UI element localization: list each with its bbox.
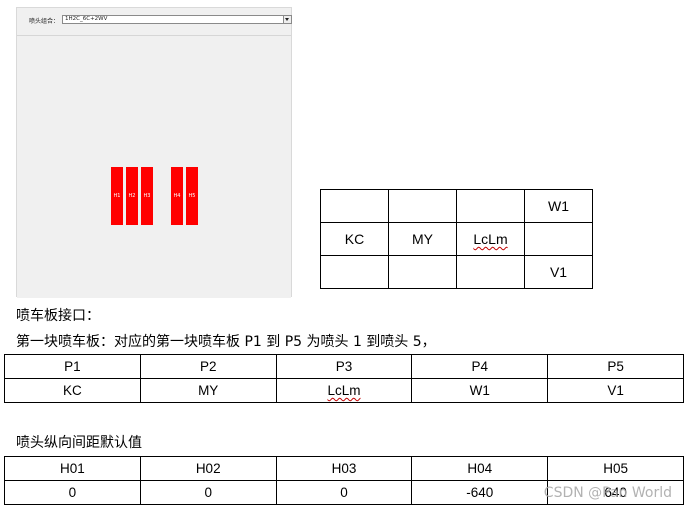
table-cell: 0: [4, 480, 141, 505]
table-cell: 0: [139, 480, 277, 505]
grid-cell: [524, 222, 593, 256]
table-header-cell: H02: [139, 456, 277, 481]
grid-cell: [388, 255, 457, 289]
ports-table: P1 P2 P3 P4 P5 KC MY LcLm W1 V1: [4, 354, 684, 403]
table-header-cell: H04: [411, 456, 549, 481]
grid-row: W1: [320, 189, 593, 223]
interface-heading: 喷车板接口：: [16, 308, 100, 324]
table-cell: KC: [4, 378, 141, 403]
nozzle-canvas: H1 H2 H3 H4 H5: [17, 35, 291, 298]
table-cell-text: LcLm: [327, 383, 361, 398]
grid-cell: V1: [524, 255, 593, 289]
table-header-cell: P1: [4, 354, 141, 379]
grid-row: KC MY LcLm: [320, 222, 593, 256]
table-cell: W1: [411, 378, 549, 403]
nozzle-h1: H1: [111, 167, 123, 225]
table-header-cell: H01: [4, 456, 141, 481]
table-header-cell: H05: [547, 456, 684, 481]
grid-cell: MY: [388, 222, 457, 256]
grid-cell: [456, 189, 525, 223]
board-description: 第一块喷车板：对应的第一块喷车板 P1 到 P5 为喷头 1 到喷头 5，: [16, 334, 436, 350]
nozzle-h2: H2: [126, 167, 138, 225]
grid-row: V1: [320, 255, 593, 289]
table-row: KC MY LcLm W1 V1: [4, 378, 684, 403]
table-header-cell: H03: [275, 456, 413, 481]
grid-cell: KC: [320, 222, 389, 256]
table-row: H01 H02 H03 H04 H05: [4, 456, 684, 481]
table-cell: -640: [411, 480, 549, 505]
grid-cell: W1: [524, 189, 593, 223]
nozzle-h4: H4: [171, 167, 183, 225]
grid-cell: LcLm: [456, 222, 525, 256]
table-header-cell: P5: [547, 354, 684, 379]
nozzle-h5: H5: [186, 167, 198, 225]
spacing-heading: 喷头纵向间距默认值: [16, 435, 142, 451]
watermark: CSDN @Pan World: [543, 485, 672, 501]
table-row: P1 P2 P3 P4 P5: [4, 354, 684, 379]
screenshot-toolbar: 喷头组合： 1H2C_6C+2WV: [17, 8, 292, 34]
table-cell: 0: [275, 480, 413, 505]
table-header-cell: P4: [411, 354, 549, 379]
table-header-cell: P2: [139, 354, 277, 379]
nozzle-h3: H3: [141, 167, 153, 225]
embedded-screenshot: 喷头组合： 1H2C_6C+2WV H1 H2 H3 H4 H5: [16, 7, 292, 298]
table-header-cell: P3: [275, 354, 413, 379]
table-cell: MY: [139, 378, 277, 403]
nozzle-combo-select[interactable]: 1H2C_6C+2WV: [62, 15, 292, 24]
grid-cell: [320, 255, 389, 289]
table-cell: LcLm: [275, 378, 413, 403]
nozzle-combo-label: 喷头组合：: [29, 18, 60, 25]
nozzle-combo-value: 1H2C_6C+2WV: [65, 16, 108, 22]
color-layout-grid: W1 KC MY LcLm V1: [320, 189, 593, 289]
grid-cell: [456, 255, 525, 289]
grid-cell: [388, 189, 457, 223]
grid-cell-text: LcLm: [473, 231, 508, 247]
table-cell: V1: [547, 378, 684, 403]
grid-cell: [320, 189, 389, 223]
chevron-down-icon[interactable]: [283, 16, 291, 23]
